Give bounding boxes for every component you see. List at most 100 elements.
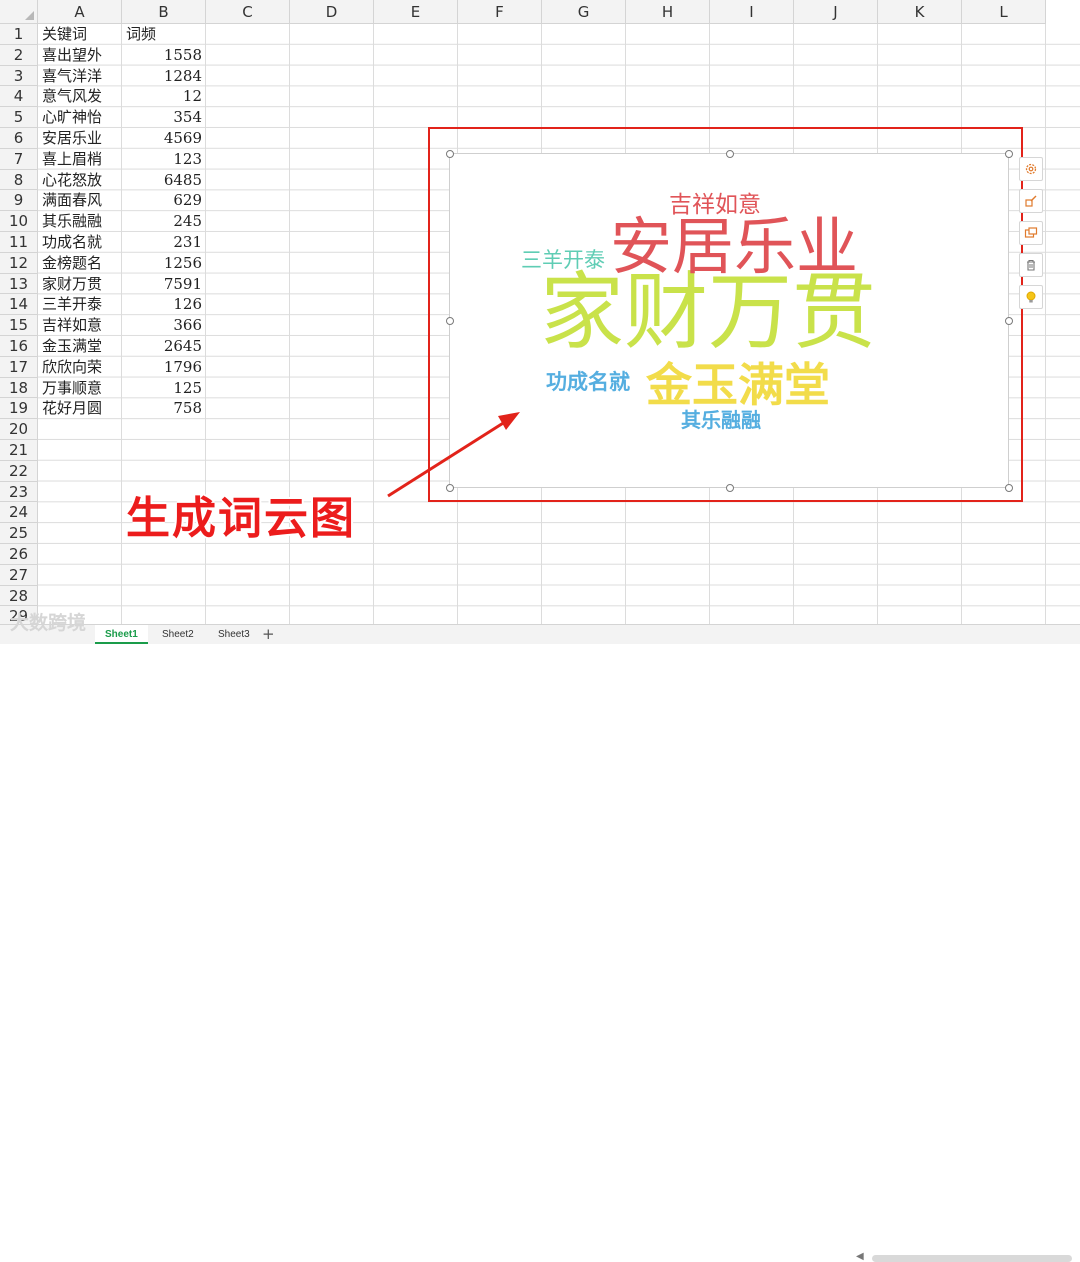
- row-header-19[interactable]: 19: [0, 398, 38, 420]
- resize-handle-tl[interactable]: [446, 150, 454, 158]
- column-header-d[interactable]: D: [290, 0, 374, 24]
- frequency-cell[interactable]: 7591: [122, 274, 206, 295]
- row-header-2[interactable]: 2: [0, 44, 38, 66]
- row-header-17[interactable]: 17: [0, 356, 38, 378]
- row-header-27[interactable]: 27: [0, 564, 38, 586]
- keyword-cell[interactable]: 心花怒放: [38, 170, 122, 191]
- keyword-cell[interactable]: 喜上眉梢: [38, 149, 122, 170]
- scroll-left-icon[interactable]: ◀: [856, 1251, 864, 1262]
- frequency-cell[interactable]: 2645: [122, 336, 206, 357]
- resize-handle-b[interactable]: [726, 484, 734, 492]
- column-header-b[interactable]: B: [122, 0, 206, 24]
- resize-handle-l[interactable]: [446, 317, 454, 325]
- trash-icon: [1027, 259, 1035, 271]
- resize-handle-t[interactable]: [726, 150, 734, 158]
- keyword-cell[interactable]: 喜气洋洋: [38, 66, 122, 87]
- resize-handle-tr[interactable]: [1005, 150, 1013, 158]
- column-header-c[interactable]: C: [206, 0, 290, 24]
- row-header-23[interactable]: 23: [0, 481, 38, 503]
- frequency-cell[interactable]: 126: [122, 294, 206, 315]
- row-header-7[interactable]: 7: [0, 148, 38, 170]
- select-all-corner[interactable]: [0, 0, 38, 24]
- add-sheet-button[interactable]: +: [262, 625, 275, 643]
- frequency-cell[interactable]: 366: [122, 315, 206, 336]
- frequency-cell[interactable]: 4569: [122, 128, 206, 149]
- column-header-f[interactable]: F: [458, 0, 542, 24]
- row-header-12[interactable]: 12: [0, 252, 38, 274]
- row-header-22[interactable]: 22: [0, 460, 38, 482]
- sheet-tab-3[interactable]: Sheet3: [208, 625, 260, 644]
- row-header-10[interactable]: 10: [0, 211, 38, 232]
- column-header-g[interactable]: G: [542, 0, 626, 24]
- frequency-cell[interactable]: 12: [122, 86, 206, 107]
- row-header-28[interactable]: 28: [0, 585, 38, 607]
- row-header-8[interactable]: 8: [0, 169, 38, 191]
- frequency-cell[interactable]: 1796: [122, 357, 206, 378]
- row-header-21[interactable]: 21: [0, 439, 38, 461]
- keyword-cell[interactable]: 喜出望外: [38, 45, 122, 66]
- column-header-a[interactable]: A: [38, 0, 122, 24]
- column-header-k[interactable]: K: [878, 0, 962, 24]
- keyword-cell[interactable]: 吉祥如意: [38, 315, 122, 336]
- row-header-20[interactable]: 20: [0, 419, 38, 440]
- chart-delete-button[interactable]: [1019, 253, 1043, 277]
- chart-settings-button[interactable]: [1019, 157, 1043, 181]
- frequency-cell[interactable]: 629: [122, 190, 206, 211]
- row-header-18[interactable]: 18: [0, 377, 38, 399]
- keyword-cell[interactable]: 花好月圆: [38, 398, 122, 419]
- horizontal-scrollbar[interactable]: [872, 1255, 1072, 1262]
- row-header-11[interactable]: 11: [0, 231, 38, 253]
- chart-style-button[interactable]: [1019, 189, 1043, 213]
- frequency-cell[interactable]: 354: [122, 107, 206, 128]
- keyword-cell[interactable]: 心旷神怡: [38, 107, 122, 128]
- row-header-5[interactable]: 5: [0, 107, 38, 128]
- row-header-26[interactable]: 26: [0, 543, 38, 565]
- keyword-cell[interactable]: 安居乐业: [38, 128, 122, 149]
- row-header-16[interactable]: 16: [0, 335, 38, 357]
- chart-idea-button[interactable]: [1019, 285, 1043, 309]
- row-header-4[interactable]: 4: [0, 86, 38, 108]
- keyword-cell[interactable]: 家财万贯: [38, 274, 122, 295]
- frequency-cell[interactable]: 245: [122, 211, 206, 232]
- row-header-24[interactable]: 24: [0, 502, 38, 524]
- frequency-cell[interactable]: 6485: [122, 170, 206, 191]
- row-header-3[interactable]: 3: [0, 65, 38, 87]
- keyword-cell[interactable]: 金玉满堂: [38, 336, 122, 357]
- chart-filter-button[interactable]: [1019, 221, 1043, 245]
- frequency-cell[interactable]: 758: [122, 398, 206, 419]
- frequency-cell[interactable]: 123: [122, 149, 206, 170]
- cell-a1[interactable]: 关键词: [38, 24, 122, 45]
- resize-handle-r[interactable]: [1005, 317, 1013, 325]
- column-header-j[interactable]: J: [794, 0, 878, 24]
- row-header-13[interactable]: 13: [0, 273, 38, 295]
- column-header-l[interactable]: L: [962, 0, 1046, 24]
- keyword-cell[interactable]: 满面春风: [38, 190, 122, 211]
- word-cloud-chart[interactable]: 家财万贯 安居乐业 金玉满堂 吉祥如意 三羊开泰 功成名就 其乐融融: [446, 150, 1013, 492]
- frequency-cell[interactable]: 1256: [122, 253, 206, 274]
- row-header-25[interactable]: 25: [0, 523, 38, 544]
- row-header-1[interactable]: 1: [0, 24, 38, 45]
- table-row: 满面春风 629: [38, 190, 206, 211]
- row-header-14[interactable]: 14: [0, 294, 38, 316]
- keyword-cell[interactable]: 金榜题名: [38, 253, 122, 274]
- frequency-cell[interactable]: 125: [122, 378, 206, 399]
- row-header-6[interactable]: 6: [0, 127, 38, 149]
- column-header-e[interactable]: E: [374, 0, 458, 24]
- row-header-9[interactable]: 9: [0, 190, 38, 212]
- keyword-cell[interactable]: 意气风发: [38, 86, 122, 107]
- resize-handle-br[interactable]: [1005, 484, 1013, 492]
- frequency-cell[interactable]: 231: [122, 232, 206, 253]
- column-header-i[interactable]: I: [710, 0, 794, 24]
- cell-b1[interactable]: 词频: [122, 24, 206, 45]
- keyword-cell[interactable]: 万事顺意: [38, 378, 122, 399]
- column-header-h[interactable]: H: [626, 0, 710, 24]
- frequency-cell[interactable]: 1284: [122, 66, 206, 87]
- keyword-cell[interactable]: 三羊开泰: [38, 294, 122, 315]
- row-header-15[interactable]: 15: [0, 315, 38, 336]
- sheet-tab-2[interactable]: Sheet2: [152, 625, 204, 644]
- keyword-cell[interactable]: 欣欣向荣: [38, 357, 122, 378]
- keyword-cell[interactable]: 其乐融融: [38, 211, 122, 232]
- keyword-cell[interactable]: 功成名就: [38, 232, 122, 253]
- sheet-tab-1[interactable]: Sheet1: [95, 625, 148, 644]
- frequency-cell[interactable]: 1558: [122, 45, 206, 66]
